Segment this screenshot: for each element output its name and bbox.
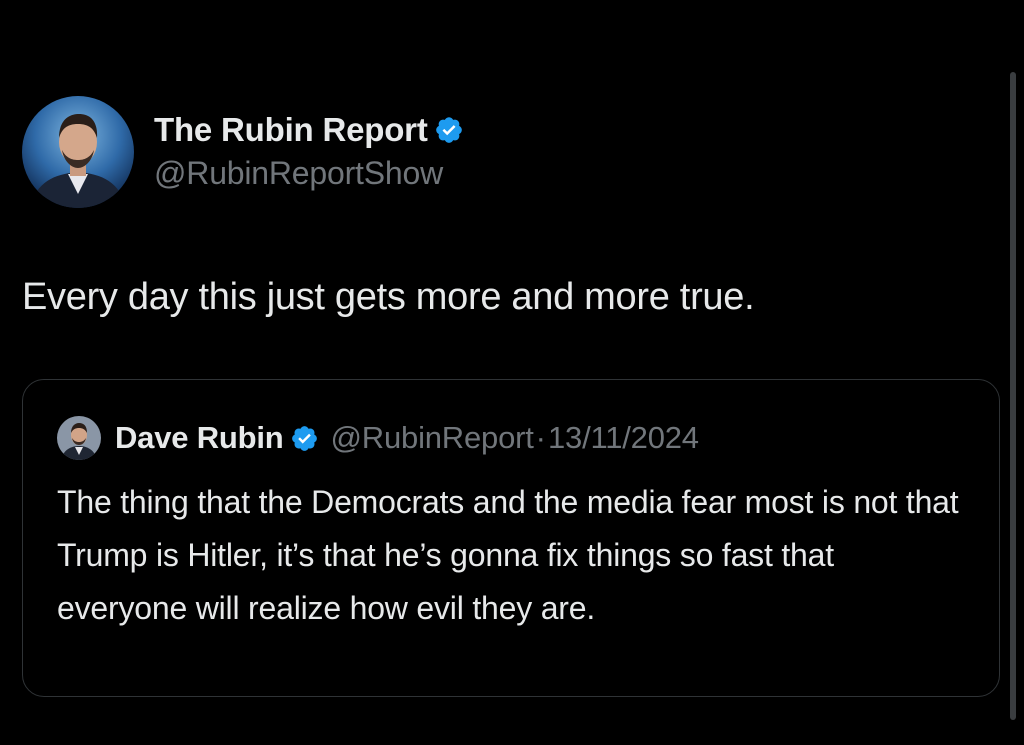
scrollbar[interactable] [1010, 72, 1016, 720]
tweet: The Rubin Report @RubinReportShow Every … [0, 0, 1024, 745]
quoted-author-handle[interactable]: @RubinReport [331, 420, 534, 456]
tweet-header: The Rubin Report @RubinReportShow [22, 96, 464, 208]
author-handle[interactable]: @RubinReportShow [154, 155, 464, 192]
author-avatar[interactable] [22, 96, 134, 208]
author-identity: The Rubin Report @RubinReportShow [154, 111, 464, 192]
author-name-row: The Rubin Report [154, 111, 464, 149]
quoted-meta-separator: · [535, 420, 546, 455]
quoted-tweet[interactable]: Dave Rubin @RubinReport · 13/11/2024 The… [22, 379, 1000, 697]
quoted-author-display-name[interactable]: Dave Rubin [115, 420, 284, 456]
avatar-photo-icon [22, 96, 134, 208]
tweet-text: Every day this just gets more and more t… [22, 276, 755, 318]
quoted-tweet-header: Dave Rubin @RubinReport · 13/11/2024 [57, 416, 699, 460]
quoted-author-avatar[interactable] [57, 416, 101, 460]
verified-badge-icon [434, 115, 464, 145]
quoted-avatar-photo-icon [57, 416, 101, 460]
quoted-verified-badge-icon [290, 424, 319, 453]
author-display-name[interactable]: The Rubin Report [154, 111, 428, 149]
quoted-tweet-text: The thing that the Democrats and the med… [57, 484, 959, 626]
quoted-tweet-date[interactable]: 13/11/2024 [548, 420, 699, 456]
